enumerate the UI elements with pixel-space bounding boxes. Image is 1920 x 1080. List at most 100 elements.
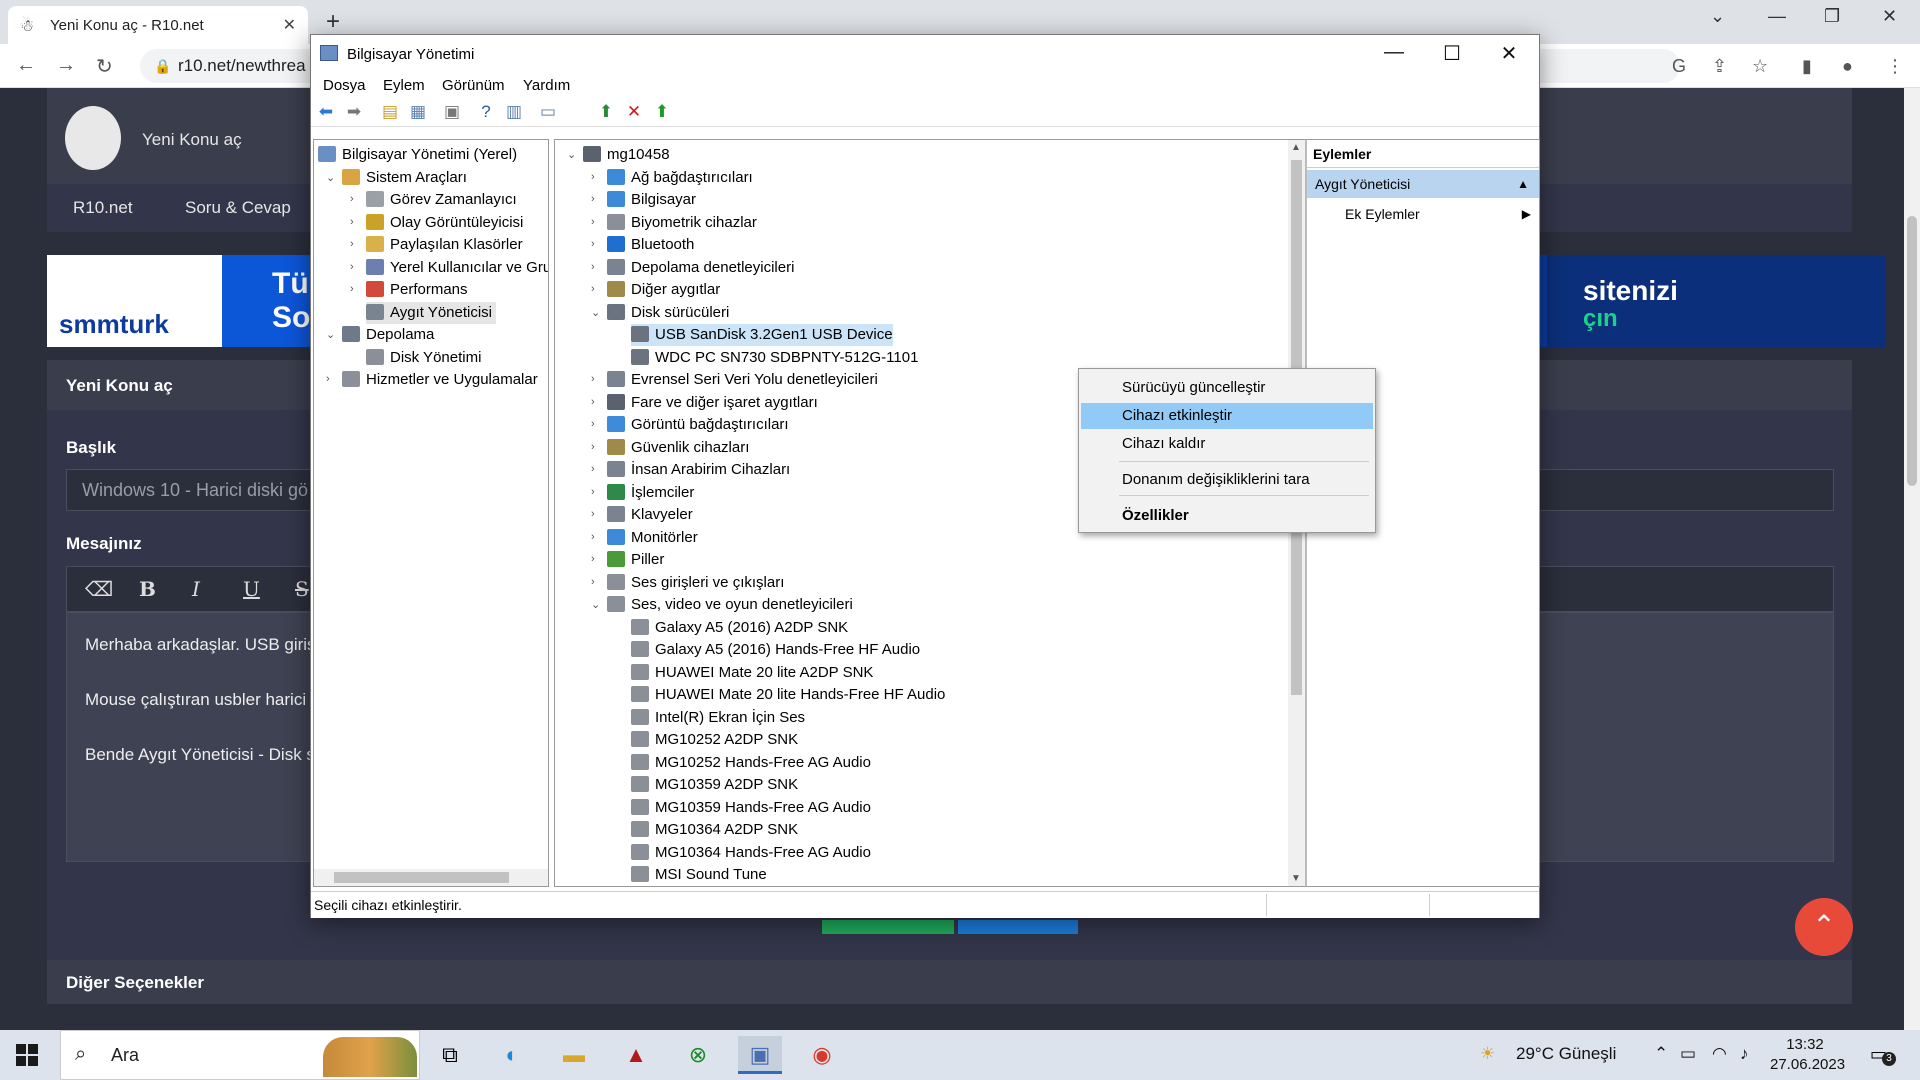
up-folder-icon[interactable]: ▤ xyxy=(379,101,401,123)
menu-dosya[interactable]: Dosya xyxy=(323,77,366,94)
tab-search-icon[interactable]: ⌄ xyxy=(1710,6,1725,27)
expand-arrow-icon[interactable]: › xyxy=(326,373,330,385)
window-maximize-button[interactable]: ☐ xyxy=(1437,41,1467,66)
expand-arrow-icon[interactable]: › xyxy=(591,193,595,205)
context-menu-item[interactable]: Donanım değişikliklerini tara xyxy=(1081,467,1373,493)
view-icon[interactable]: ▥ xyxy=(503,101,525,123)
volume-icon[interactable]: ♪ xyxy=(1740,1044,1749,1064)
new-tab-button[interactable]: + xyxy=(326,8,340,36)
bold-button[interactable]: B xyxy=(139,577,156,601)
device-tree-item[interactable]: İnsan Arabirim Cihazları xyxy=(607,459,790,481)
task-view-icon[interactable]: ⧉ xyxy=(428,1036,472,1074)
tray-chevron-icon[interactable]: ⌃ xyxy=(1654,1044,1668,1064)
reload-icon[interactable]: ↻ xyxy=(96,54,113,79)
expand-arrow-icon[interactable]: › xyxy=(591,531,595,543)
hscroll-thumb[interactable] xyxy=(334,872,509,883)
google-icon[interactable]: G xyxy=(1672,56,1686,77)
device-tree-item[interactable]: MG10359 A2DP SNK xyxy=(631,774,798,796)
preview-button[interactable] xyxy=(958,920,1078,934)
device-tree-item[interactable]: MG10364 A2DP SNK xyxy=(631,819,798,841)
device-tree-item[interactable]: MSI Sound Tune xyxy=(631,864,767,886)
expand-arrow-icon[interactable]: › xyxy=(591,553,595,565)
device-tree-item[interactable]: Klavyeler xyxy=(607,504,693,526)
console-tree-item[interactable]: Disk Yönetimi xyxy=(366,347,481,369)
device-tree-item[interactable]: Monitörler xyxy=(607,527,698,549)
expand-arrow-icon[interactable]: › xyxy=(350,193,354,205)
back-icon[interactable]: ← xyxy=(16,54,36,77)
device-tree-item[interactable]: İşlemciler xyxy=(607,482,694,504)
actions-group-device-manager[interactable]: Aygıt Yöneticisi ▲ xyxy=(1307,170,1539,198)
console-tree-item[interactable]: Paylaşılan Klasörler xyxy=(366,234,523,256)
update-driver-icon[interactable]: ⬆ xyxy=(595,101,617,123)
device-tree-item[interactable]: Ses girişleri ve çıkışları xyxy=(607,572,784,594)
expand-arrow-icon[interactable]: › xyxy=(591,373,595,385)
context-menu-item[interactable]: Özellikler xyxy=(1081,503,1373,529)
edge-icon[interactable]: ◐ xyxy=(490,1036,534,1074)
share-icon[interactable]: ⇪ xyxy=(1712,56,1727,77)
console-tree-item[interactable]: Görev Zamanlayıcı xyxy=(366,189,517,211)
scroll-to-top-button[interactable]: ⌃ xyxy=(1795,898,1853,956)
strike-button[interactable]: S xyxy=(295,577,309,601)
weather-icon[interactable]: ☀ xyxy=(1480,1044,1495,1064)
notification-icon[interactable]: ▭ 3 xyxy=(1870,1044,1896,1066)
nav-soru-cevap[interactable]: Soru & Cevap xyxy=(185,198,291,218)
more-actions-item[interactable]: Ek Eylemler ▶ xyxy=(1345,200,1535,228)
device-tree-item[interactable]: Güvenlik cihazları xyxy=(607,437,749,459)
star-icon[interactable]: ☆ xyxy=(1752,56,1768,77)
minimize-button[interactable]: — xyxy=(1768,6,1786,27)
expand-arrow-icon[interactable]: › xyxy=(591,508,595,520)
device-tree-item[interactable]: Depolama denetleyicileri xyxy=(607,257,794,279)
menu-gorunum[interactable]: Görünüm xyxy=(442,77,505,94)
site-logo[interactable] xyxy=(65,106,121,170)
device-tree-item[interactable]: MG10252 A2DP SNK xyxy=(631,729,798,751)
profile-avatar[interactable]: ● xyxy=(1842,56,1853,77)
menu-eylem[interactable]: Eylem xyxy=(383,77,425,94)
expand-arrow-icon[interactable]: › xyxy=(591,576,595,588)
enable-device-icon[interactable]: ⬆ xyxy=(651,101,673,123)
scroll-up-icon[interactable]: ▲ xyxy=(1291,142,1301,153)
device-tree-item[interactable]: Evrensel Seri Veri Yolu denetleyicileri xyxy=(607,369,878,391)
nav-home[interactable]: R10.net xyxy=(73,198,133,218)
expand-arrow-icon[interactable]: › xyxy=(591,238,595,250)
expand-arrow-icon[interactable]: › xyxy=(591,216,595,228)
expand-arrow-icon[interactable]: › xyxy=(591,441,595,453)
scroll-down-icon[interactable]: ▼ xyxy=(1291,873,1301,884)
battery-icon[interactable]: ▭ xyxy=(1680,1044,1696,1064)
menu-yardim[interactable]: Yardım xyxy=(523,77,570,94)
uninstall-icon[interactable]: ✕ xyxy=(623,101,645,123)
expand-arrow-icon[interactable]: › xyxy=(591,261,595,273)
device-tree-item[interactable]: Fare ve diğer işaret aygıtları xyxy=(607,392,818,414)
device-tree-item[interactable]: WDC PC SN730 SDBPNTY-512G-1101 xyxy=(631,347,918,369)
console-tree-item[interactable]: Aygıt Yöneticisi xyxy=(366,301,497,324)
expand-arrow-icon[interactable]: › xyxy=(591,418,595,430)
restore-button[interactable]: ❐ xyxy=(1824,6,1840,27)
chrome-icon[interactable]: ◉ xyxy=(800,1036,844,1074)
computer-icon[interactable]: ▭ xyxy=(537,101,559,123)
device-tree-item[interactable]: HUAWEI Mate 20 lite Hands-Free HF Audio xyxy=(631,684,945,706)
page-scroll-thumb[interactable] xyxy=(1907,216,1917,486)
expand-arrow-icon[interactable]: › xyxy=(591,283,595,295)
collapse-arrow-icon[interactable]: ⌄ xyxy=(591,306,600,319)
help-icon[interactable]: ? xyxy=(475,101,497,123)
expand-arrow-icon[interactable]: › xyxy=(591,396,595,408)
submit-button[interactable] xyxy=(822,920,954,934)
show-tree-icon[interactable]: ▦ xyxy=(407,101,429,123)
page-scrollbar[interactable] xyxy=(1904,88,1920,1030)
eraser-icon[interactable]: ⌫ xyxy=(85,577,113,601)
device-tree-item[interactable]: mg10458 xyxy=(583,144,670,166)
forward-icon[interactable]: → xyxy=(56,54,76,77)
expand-arrow-icon[interactable]: › xyxy=(350,261,354,273)
device-tree-item[interactable]: HUAWEI Mate 20 lite A2DP SNK xyxy=(631,662,873,684)
device-tree-item[interactable]: USB SanDisk 3.2Gen1 USB Device xyxy=(631,324,893,346)
device-tree-item[interactable]: Diğer aygıtlar xyxy=(607,279,720,301)
console-tree-item[interactable]: Hizmetler ve Uygulamalar xyxy=(342,369,538,391)
underline-button[interactable]: U xyxy=(243,577,260,601)
expand-arrow-icon[interactable]: › xyxy=(591,486,595,498)
collapse-arrow-icon[interactable]: ⌄ xyxy=(326,328,335,341)
window-minimize-button[interactable]: — xyxy=(1379,41,1409,64)
console-tree-item[interactable]: Depolama xyxy=(342,324,434,346)
collapse-arrow-icon[interactable]: ⌄ xyxy=(591,598,600,611)
context-menu-item[interactable]: Cihazı etkinleştir xyxy=(1081,403,1373,429)
device-tree-item[interactable]: MG10364 Hands-Free AG Audio xyxy=(631,842,871,864)
collapse-arrow-icon[interactable]: ⌄ xyxy=(567,148,576,161)
